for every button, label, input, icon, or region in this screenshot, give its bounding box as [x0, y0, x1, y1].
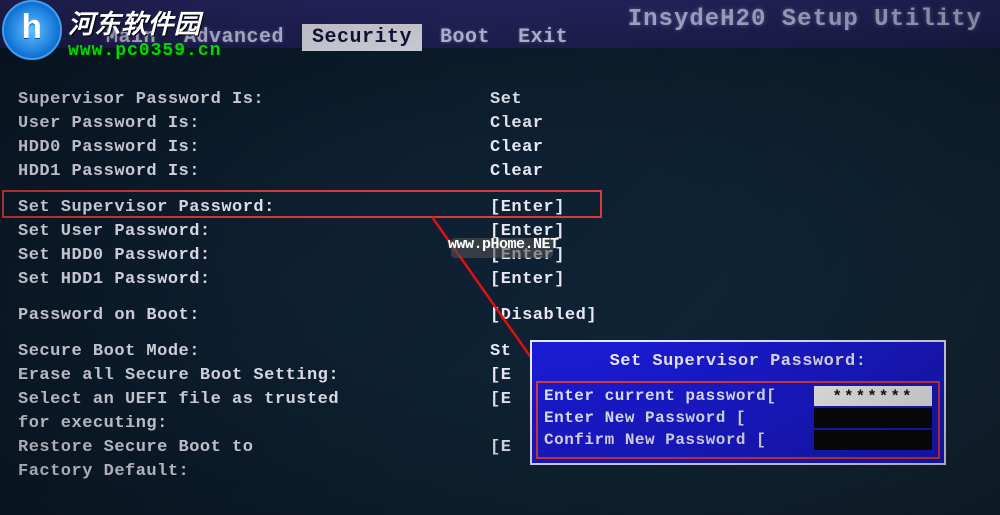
- dialog-row-new: Enter New Password [: [544, 407, 932, 429]
- status-value: Clear: [490, 112, 1000, 136]
- set-supervisor-password-dialog: Set Supervisor Password: Enter current p…: [530, 340, 946, 465]
- status-value: Clear: [490, 136, 1000, 160]
- secure-label: Erase all Secure Boot Setting:: [18, 364, 490, 388]
- current-password-input[interactable]: *******: [814, 386, 932, 406]
- confirm-password-input[interactable]: [814, 430, 932, 450]
- logo-text: 河东软件园: [68, 4, 221, 41]
- status-label: HDD1 Password Is:: [18, 160, 490, 184]
- boot-value: [Disabled]: [490, 304, 1000, 328]
- logo-url: www.pc0359.cn: [68, 41, 221, 61]
- secure-label: for executing:: [18, 412, 490, 436]
- set-hdd1-password-row[interactable]: Set HDD1 Password:[Enter]: [0, 268, 1000, 292]
- tab-boot[interactable]: Boot: [430, 24, 500, 51]
- action-label: Set Supervisor Password:: [18, 196, 490, 220]
- new-password-input[interactable]: [814, 408, 932, 428]
- status-value: Clear: [490, 160, 1000, 184]
- status-label: User Password Is:: [18, 112, 490, 136]
- action-value: [Enter]: [490, 244, 1000, 268]
- watermark-text: www.pHome.NET: [448, 236, 559, 253]
- dialog-label: Confirm New Password [: [544, 429, 814, 451]
- action-label: Set HDD1 Password:: [18, 268, 490, 292]
- status-row: User Password Is:Clear: [0, 112, 1000, 136]
- action-label: Set HDD0 Password:: [18, 244, 490, 268]
- dialog-body: Enter current password[ ******* Enter Ne…: [536, 381, 940, 459]
- logo-letter: h: [22, 11, 43, 49]
- secure-label: Select an UEFI file as trusted: [18, 388, 490, 412]
- dialog-row-current: Enter current password[ *******: [544, 385, 932, 407]
- secure-label: Factory Default:: [18, 460, 490, 484]
- site-logo: h 河东软件园 www.pc0359.cn: [2, 0, 221, 61]
- status-row: HDD0 Password Is:Clear: [0, 136, 1000, 160]
- status-value: Set: [490, 88, 1000, 112]
- status-row: Supervisor Password Is:Set: [0, 88, 1000, 112]
- action-label: Set User Password:: [18, 220, 490, 244]
- dialog-label: Enter New Password [: [544, 407, 814, 429]
- action-value: [Enter]: [490, 268, 1000, 292]
- boot-label: Password on Boot:: [18, 304, 490, 328]
- tab-exit[interactable]: Exit: [508, 24, 578, 51]
- status-label: HDD0 Password Is:: [18, 136, 490, 160]
- password-on-boot-row[interactable]: Password on Boot:[Disabled]: [0, 304, 1000, 328]
- dialog-label: Enter current password[: [544, 385, 814, 407]
- action-value: [Enter]: [490, 196, 1000, 220]
- dialog-title: Set Supervisor Password:: [536, 346, 940, 381]
- set-supervisor-password-row[interactable]: Set Supervisor Password:[Enter]: [0, 196, 1000, 220]
- secure-label: Restore Secure Boot to: [18, 436, 490, 460]
- utility-title: InsydeH20 Setup Utility: [628, 6, 982, 33]
- watermark: www.pHome.NET: [448, 235, 559, 254]
- action-value: [Enter]: [490, 220, 1000, 244]
- tab-security[interactable]: Security: [302, 24, 422, 51]
- status-label: Supervisor Password Is:: [18, 88, 490, 112]
- dialog-row-confirm: Confirm New Password [: [544, 429, 932, 451]
- secure-label: Secure Boot Mode:: [18, 340, 490, 364]
- status-row: HDD1 Password Is:Clear: [0, 160, 1000, 184]
- logo-icon: h: [2, 0, 62, 60]
